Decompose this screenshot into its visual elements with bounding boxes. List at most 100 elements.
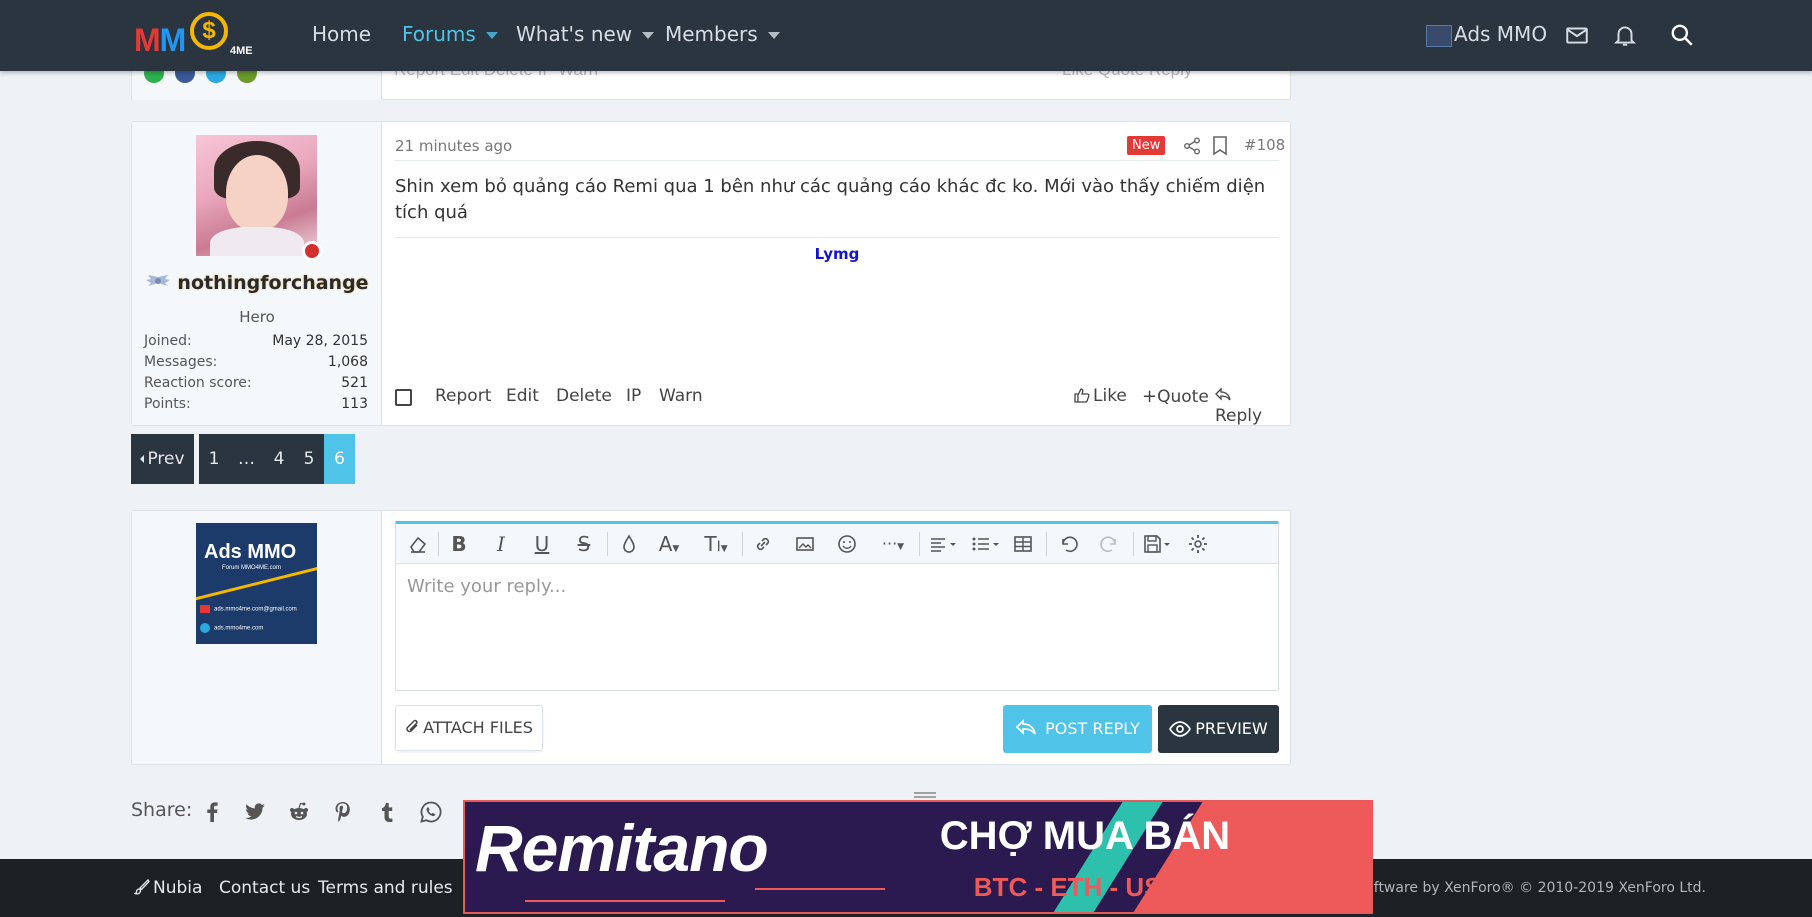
link-icon[interactable] bbox=[752, 533, 774, 555]
nav-members[interactable]: Members bbox=[665, 22, 780, 46]
top-navigation: MM $ 4ME Home Forums What's new Members … bbox=[0, 0, 1812, 71]
remitano-ad-banner[interactable]: Remitano CHỢ MUA BÁN BTC - ETH - USDT bbox=[463, 800, 1373, 914]
italic-icon[interactable]: I bbox=[490, 533, 512, 555]
select-checkbox[interactable] bbox=[395, 389, 412, 406]
site-logo[interactable]: MM $ 4ME bbox=[132, 10, 258, 60]
ip-link[interactable]: IP bbox=[626, 386, 641, 406]
thumbs-up-icon bbox=[1074, 388, 1090, 403]
post-reply-button[interactable]: POST REPLY bbox=[1003, 705, 1152, 753]
align-icon[interactable] bbox=[928, 533, 962, 555]
contact-us-link[interactable]: Contact us bbox=[219, 878, 310, 898]
eye-icon bbox=[1169, 721, 1192, 737]
forum-post: nothingforchange Hero Joined: May 28, 201… bbox=[131, 121, 1291, 426]
delete-link[interactable]: Delete bbox=[556, 386, 612, 406]
ad-headline: CHỢ MUA BÁN bbox=[939, 814, 1231, 858]
online-status-icon bbox=[302, 241, 322, 261]
reddit-icon[interactable] bbox=[287, 800, 311, 824]
style-chooser-link[interactable]: Nubia bbox=[132, 878, 202, 898]
reply-input[interactable]: Write your reply... bbox=[396, 564, 1278, 690]
paperclip-icon bbox=[406, 719, 418, 733]
post-number[interactable]: #108 bbox=[1244, 136, 1285, 154]
remitano-logo: Remitano bbox=[475, 811, 769, 885]
envelope-icon[interactable] bbox=[1564, 22, 1590, 48]
user-title: Hero bbox=[239, 308, 275, 326]
table-icon[interactable] bbox=[1012, 533, 1034, 555]
stat-reaction-score: Reaction score: 521 bbox=[144, 375, 368, 391]
user-avatar[interactable] bbox=[196, 135, 317, 256]
redo-icon[interactable] bbox=[1099, 533, 1121, 555]
reply-arrow-icon bbox=[1015, 718, 1036, 736]
undo-icon[interactable] bbox=[1057, 533, 1079, 555]
bell-icon[interactable] bbox=[1612, 22, 1638, 48]
pinterest-icon[interactable] bbox=[331, 800, 355, 824]
dollar-coin-icon: $ bbox=[190, 12, 228, 50]
drag-handle-icon[interactable] bbox=[912, 790, 938, 800]
page-5[interactable]: 5 bbox=[294, 434, 324, 484]
ad-subheadline: BTC - ETH - USDT bbox=[973, 872, 1197, 902]
stat-points: Points: 113 bbox=[144, 396, 368, 412]
search-icon[interactable] bbox=[1669, 22, 1695, 48]
page-1[interactable]: 1 bbox=[199, 434, 229, 484]
user-avatar-small bbox=[1426, 24, 1452, 47]
clear-formatting-icon[interactable] bbox=[407, 533, 429, 555]
whatsapp-icon[interactable] bbox=[419, 800, 443, 824]
stat-joined: Joined: May 28, 2015 bbox=[144, 333, 368, 349]
quote-button[interactable]: +Quote bbox=[1142, 386, 1209, 407]
like-button[interactable]: Like bbox=[1074, 386, 1127, 406]
post-date[interactable]: 21 minutes ago bbox=[395, 137, 512, 155]
nav-forums[interactable]: Forums bbox=[402, 22, 498, 46]
report-link[interactable]: Report bbox=[435, 386, 491, 406]
post-actions: Report Edit Delete IP Warn Like +Quote R… bbox=[395, 384, 1279, 426]
page-ellipsis[interactable]: … bbox=[229, 434, 264, 484]
wings-badge-icon bbox=[146, 275, 171, 286]
paintbrush-icon bbox=[132, 878, 150, 895]
prev-page-button[interactable]: Prev bbox=[131, 434, 194, 484]
share-label: Share: bbox=[131, 799, 193, 821]
twitter-icon[interactable] bbox=[243, 800, 267, 824]
preview-button[interactable]: PREVIEW bbox=[1158, 705, 1279, 753]
account-menu[interactable]: Ads MMO bbox=[1426, 22, 1547, 47]
font-family-icon[interactable]: A▼ bbox=[658, 533, 680, 555]
user-stats: Joined: May 28, 2015 Messages: 1,068 React… bbox=[144, 331, 368, 415]
divider bbox=[395, 160, 1279, 161]
attach-files-button[interactable]: ATTACH FILES bbox=[395, 705, 543, 751]
facebook-icon[interactable] bbox=[200, 800, 224, 824]
strikethrough-icon[interactable]: S bbox=[573, 533, 595, 555]
signature: Lymg bbox=[814, 245, 860, 263]
editor-toolbar: B I U S A▼ TI▼ ···▼ bbox=[396, 524, 1278, 564]
avatar-brand: Ads MMO bbox=[204, 541, 297, 563]
tumblr-icon[interactable] bbox=[375, 800, 399, 824]
stat-messages: Messages: 1,068 bbox=[144, 354, 368, 370]
skype-icon bbox=[200, 623, 210, 633]
signature-divider bbox=[395, 237, 1279, 238]
page-6-current[interactable]: 6 bbox=[324, 434, 355, 484]
quick-reply: Ads MMO Forum MMO4ME.com ads.mmo4me.com@… bbox=[131, 510, 1291, 765]
smiley-icon[interactable] bbox=[836, 533, 858, 555]
more-options-icon[interactable]: ···▼ bbox=[876, 533, 910, 555]
chevron-left-icon bbox=[140, 455, 145, 463]
reply-button[interactable]: Reply bbox=[1215, 386, 1279, 426]
bookmark-icon[interactable] bbox=[1212, 136, 1228, 156]
rich-text-editor: B I U S A▼ TI▼ ···▼ Write your reply... bbox=[395, 521, 1279, 691]
nav-home[interactable]: Home bbox=[312, 22, 371, 46]
nav-whats-new[interactable]: What's new bbox=[516, 22, 655, 46]
plus-icon: + bbox=[1142, 386, 1158, 407]
page-4[interactable]: 4 bbox=[264, 434, 294, 484]
share-icon[interactable] bbox=[1183, 137, 1201, 155]
edit-link[interactable]: Edit bbox=[506, 386, 539, 406]
terms-link[interactable]: Terms and rules bbox=[318, 878, 453, 898]
text-color-icon[interactable] bbox=[618, 533, 640, 555]
chevron-down-icon[interactable] bbox=[642, 32, 655, 39]
image-icon[interactable] bbox=[794, 533, 816, 555]
gear-icon[interactable] bbox=[1187, 533, 1209, 555]
chevron-down-icon[interactable] bbox=[767, 32, 780, 39]
current-user-avatar[interactable]: Ads MMO Forum MMO4ME.com ads.mmo4me.com@… bbox=[196, 523, 317, 644]
font-size-icon[interactable]: TI▼ bbox=[701, 533, 731, 555]
username[interactable]: nothingforchange bbox=[177, 272, 368, 294]
list-icon[interactable] bbox=[970, 533, 1004, 555]
chevron-down-icon[interactable] bbox=[485, 32, 498, 39]
save-draft-icon[interactable] bbox=[1142, 533, 1176, 555]
underline-icon[interactable]: U bbox=[531, 533, 553, 555]
warn-link[interactable]: Warn bbox=[659, 386, 703, 406]
bold-icon[interactable]: B bbox=[448, 533, 470, 555]
